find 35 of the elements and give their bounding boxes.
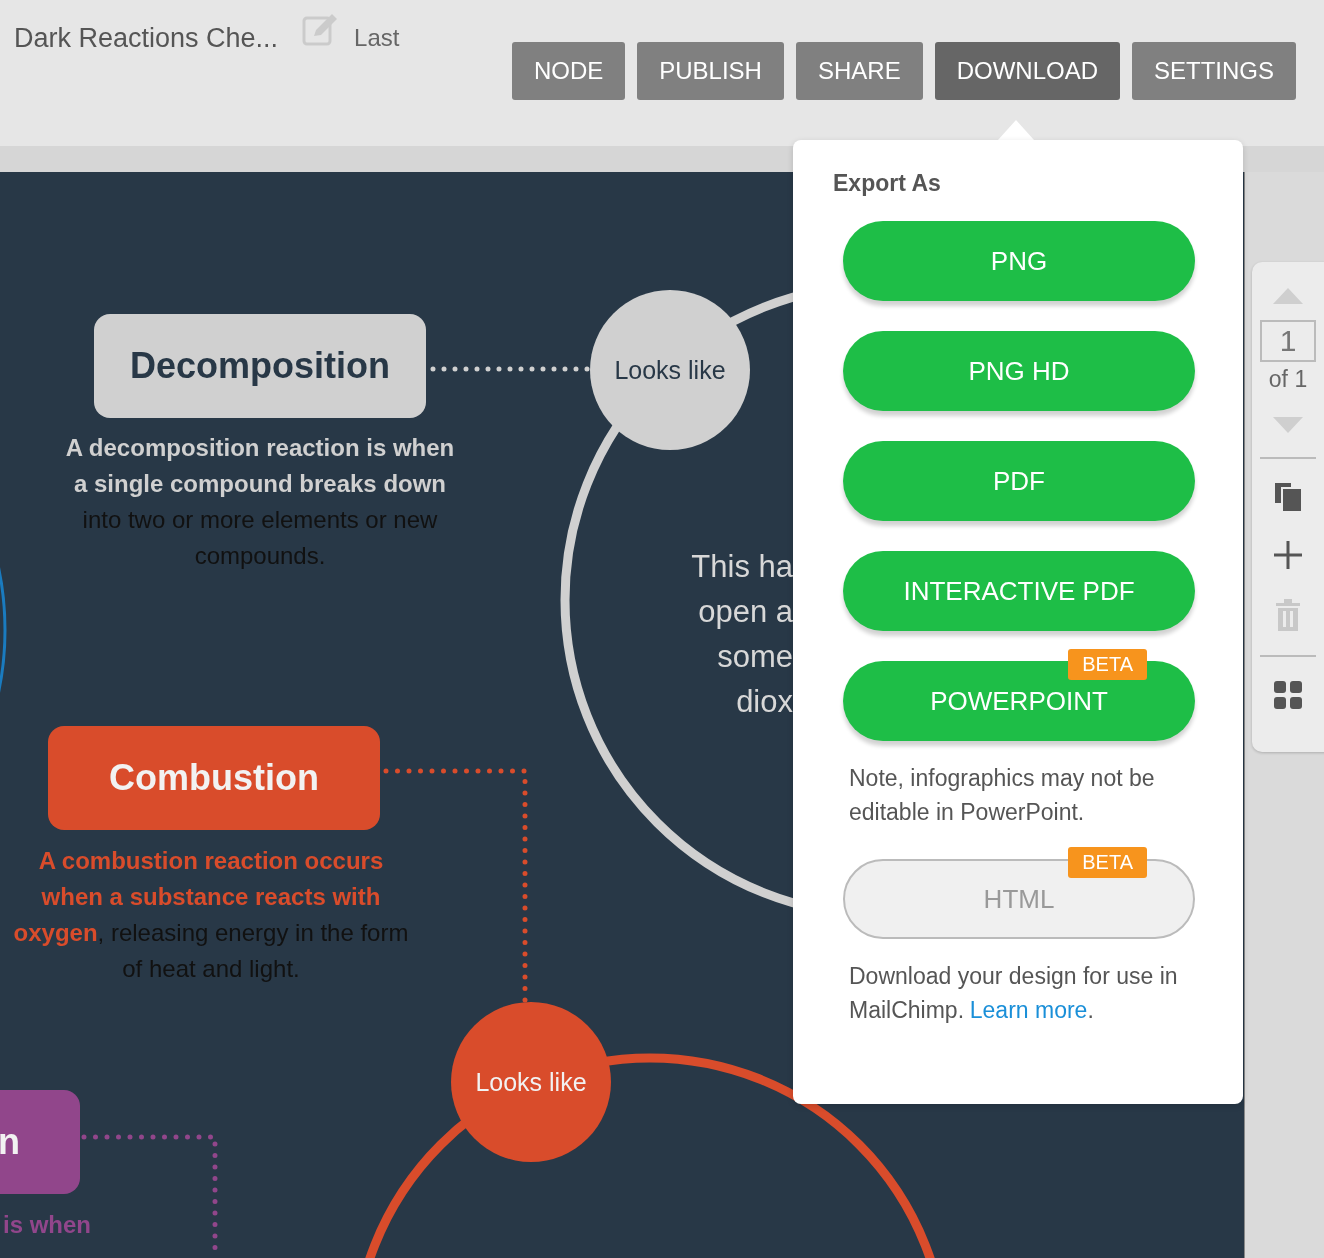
example-text: some	[717, 638, 793, 676]
grid-icon[interactable]	[1274, 681, 1302, 709]
export-button[interactable]: INTERACTIVE PDF	[843, 551, 1195, 631]
category-node: Combustion	[48, 726, 380, 830]
page-up-icon[interactable]	[1273, 288, 1303, 304]
menu-button[interactable]: DOWNLOAD	[934, 42, 1120, 100]
looks-like-bubble: Looks like	[451, 1002, 611, 1162]
export-button[interactable]: PNG	[843, 221, 1195, 301]
document-title: Dark Reactions Che...	[14, 22, 279, 55]
menu-button[interactable]: PUBLISH	[637, 42, 784, 100]
duplicate-icon[interactable]	[1275, 483, 1301, 511]
page-down-icon[interactable]	[1273, 417, 1303, 433]
page-number-field[interactable]: 1	[1260, 320, 1316, 362]
menu-button[interactable]: SETTINGS	[1132, 42, 1296, 100]
beta-badge: BETA	[1068, 847, 1147, 878]
category-node: Decomposition	[94, 314, 426, 418]
menu-button[interactable]: SHARE	[795, 42, 923, 100]
category-description: is when	[1, 1210, 91, 1240]
beta-badge: BETA	[1068, 649, 1147, 680]
looks-like-bubble: Looks like	[590, 290, 750, 450]
page-count: of 1	[1268, 366, 1308, 393]
save-status: Last	[354, 23, 400, 53]
menu-button[interactable]: NODE	[511, 42, 626, 100]
example-text: diox	[736, 683, 793, 721]
example-text: This ha	[691, 548, 793, 586]
category-node: n	[0, 1090, 80, 1194]
export-heading: Export As	[833, 170, 942, 197]
export-button[interactable]: PDF	[843, 441, 1195, 521]
export-note: Note, infographics may not be editable in PowerPoint.	[849, 764, 1156, 827]
export-note: Download your design for use in MailChimp. Learn more.	[849, 962, 1179, 1025]
export-button[interactable]: PNG HD	[843, 331, 1195, 411]
add-icon[interactable]	[1274, 541, 1302, 569]
example-text: open a	[698, 593, 793, 631]
trash-icon[interactable]	[1276, 599, 1300, 631]
learn-more-link[interactable]: Learn more	[969, 997, 1088, 1023]
